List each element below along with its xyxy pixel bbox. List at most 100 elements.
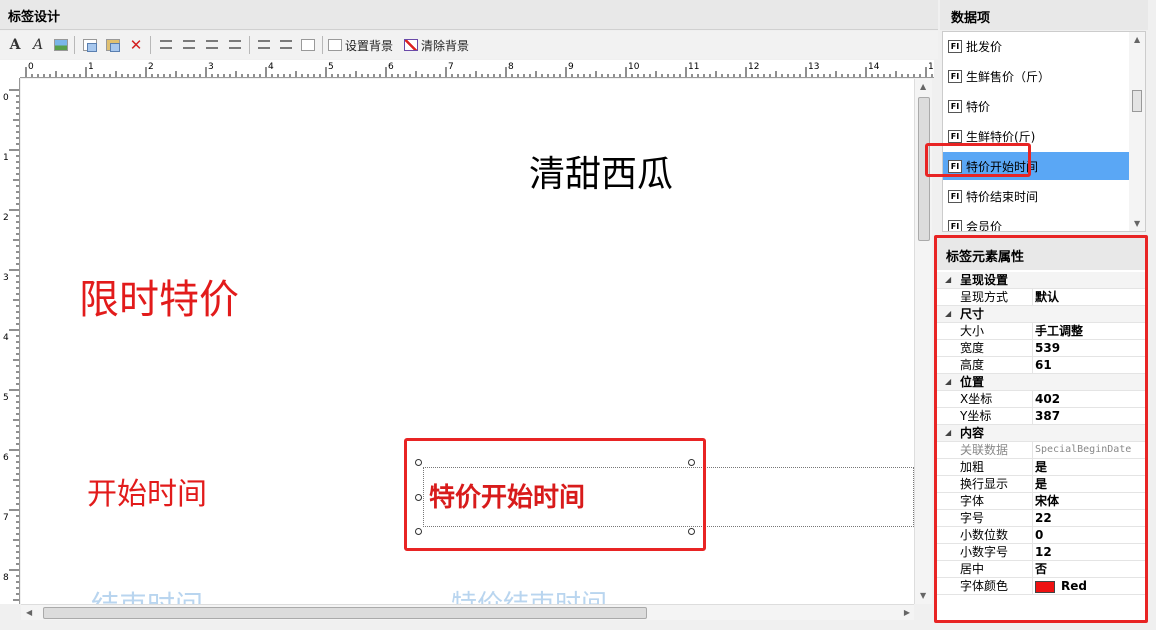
data-item[interactable]: FI 生鲜售价（斤）	[943, 62, 1131, 90]
horizontal-ruler-ticks: 0123456789101112131415	[25, 62, 939, 77]
delete-icon[interactable]: ✕	[127, 35, 145, 55]
same-size-icon[interactable]	[299, 35, 317, 55]
prop-font[interactable]: 字体 宋体	[937, 493, 1145, 510]
prop-render-mode[interactable]: 呈现方式 默认	[937, 289, 1145, 306]
align-bottom-icon[interactable]	[180, 35, 198, 55]
clear-background-label: 清除背景	[421, 38, 470, 53]
data-item[interactable]: FI 会员价	[943, 212, 1131, 232]
paste-icon[interactable]	[104, 35, 122, 55]
category-content[interactable]: ◢ 内容	[937, 425, 1145, 442]
scroll-up-icon[interactable]: ▲	[920, 82, 926, 91]
data-item-label: 生鲜特价(斤)	[966, 129, 1036, 144]
ruler-label: 11	[688, 62, 699, 72]
ruler-label: 12	[748, 62, 759, 72]
font-color-swatch[interactable]	[1035, 580, 1055, 593]
ruler-label: 6	[388, 62, 394, 72]
text-style-icon[interactable]: A	[29, 35, 47, 55]
set-background-label: 设置背景	[345, 38, 394, 53]
data-item[interactable]: FI 特价结束时间	[943, 182, 1131, 210]
prop-center[interactable]: 居中 否	[937, 561, 1145, 578]
data-list-scroll-thumb[interactable]	[1132, 90, 1142, 112]
annotation-highlight-list	[925, 143, 1031, 177]
prop-width[interactable]: 宽度 539	[937, 340, 1145, 357]
scroll-left-icon[interactable]: ◀	[26, 608, 32, 617]
end-time-label-element[interactable]: 结束时间	[91, 584, 203, 604]
scroll-down-icon[interactable]: ▼	[920, 591, 926, 600]
collapse-icon[interactable]: ◢	[945, 306, 951, 322]
category-size[interactable]: ◢ 尺寸	[937, 306, 1145, 323]
prop-x[interactable]: X坐标 402	[937, 391, 1145, 408]
field-icon: FI	[948, 69, 962, 83]
align-top-icon[interactable]	[157, 35, 175, 55]
field-icon: FI	[948, 189, 962, 203]
property-grid[interactable]: ◢ 呈现设置 呈现方式 默认 ◢ 尺寸 大小 手工调整 宽度 539 高度 61	[937, 272, 1145, 595]
sale-label-element[interactable]: 限时特价	[79, 267, 239, 325]
label-designer-panel: 标签设计 A A ✕ 设置背景 清除背景 0 1 2 3 4 5 6 7 8 9 10 11 12 13 1…	[0, 0, 939, 630]
field-icon: FI	[948, 129, 962, 143]
ruler-label: 8	[3, 573, 9, 583]
list-scroll-down-icon[interactable]: ▼	[1134, 219, 1140, 228]
start-time-label-element[interactable]: 开始时间	[87, 469, 207, 513]
align-right-icon[interactable]	[226, 35, 244, 55]
vertical-ruler: 0 1 2 3 4 5 6 7 8	[0, 78, 20, 604]
list-scroll-up-icon[interactable]: ▲	[1134, 35, 1140, 44]
prop-decimal-places[interactable]: 小数位数 0	[937, 527, 1145, 544]
font-color-value: Red	[1061, 579, 1087, 593]
collapse-icon[interactable]: ◢	[945, 425, 951, 441]
ruler-label: 5	[3, 393, 9, 403]
ruler-label: 7	[448, 62, 454, 72]
prop-decimal-font-size[interactable]: 小数字号 12	[937, 544, 1145, 561]
prop-bound-data[interactable]: 关联数据 SpecialBeginDate	[937, 442, 1145, 459]
scroll-right-icon[interactable]: ▶	[904, 608, 910, 617]
collapse-icon[interactable]: ◢	[945, 374, 951, 390]
category-render[interactable]: ◢ 呈现设置	[937, 272, 1145, 289]
align-left-icon[interactable]	[203, 35, 221, 55]
ruler-label: 4	[268, 62, 274, 72]
ruler-label: 15	[928, 62, 934, 72]
data-item-label: 生鲜售价（斤）	[966, 69, 1051, 84]
ruler-label: 3	[208, 62, 214, 72]
set-background-icon	[328, 39, 342, 51]
ruler-label: 5	[328, 62, 334, 72]
product-name-element[interactable]: 清甜西瓜	[529, 145, 673, 197]
data-item-label: 批发价	[966, 39, 1003, 54]
prop-bold[interactable]: 加粗 是	[937, 459, 1145, 476]
collapse-icon[interactable]: ◢	[945, 272, 951, 288]
same-width-icon[interactable]	[255, 35, 273, 55]
ruler-label: 2	[3, 213, 9, 223]
designer-title: 标签设计	[0, 0, 938, 30]
same-height-icon[interactable]	[277, 35, 295, 55]
ruler-label: 8	[508, 62, 514, 72]
data-items-title: 数据项	[940, 0, 1148, 30]
data-item-label: 特价	[966, 99, 991, 114]
ruler-label: 4	[3, 333, 9, 343]
prop-y[interactable]: Y坐标 387	[937, 408, 1145, 425]
data-list-scrollbar[interactable]: ▲ ▼	[1129, 32, 1145, 231]
special-end-time-element[interactable]: 特价结束时间	[451, 584, 607, 604]
ruler-corner	[0, 60, 20, 78]
data-items-list[interactable]: FI 批发价 FI 生鲜售价（斤） FI 特价 FI 生鲜特价(斤) FI 特价开始时间 FI 特价结…	[942, 31, 1146, 232]
category-position[interactable]: ◢ 位置	[937, 374, 1145, 391]
prop-font-color[interactable]: 字体颜色 Red	[937, 578, 1145, 595]
horizontal-ruler: 0123456789101112131415	[20, 60, 939, 78]
text-tool-icon[interactable]: A	[6, 35, 24, 55]
prop-wrap[interactable]: 换行显示 是	[937, 476, 1145, 493]
field-icon: FI	[948, 39, 962, 53]
ruler-label: 0	[3, 93, 9, 103]
element-properties-panel: 标签元素属性 ◢ 呈现设置 呈现方式 默认 ◢ 尺寸 大小 手工调整 宽度 53…	[934, 235, 1148, 623]
canvas-horizontal-scrollbar[interactable]: ◀ ▶	[21, 604, 914, 620]
toolbar: A A ✕ 设置背景 清除背景	[0, 31, 938, 59]
data-item[interactable]: FI 批发价	[943, 32, 1131, 60]
prop-height[interactable]: 高度 61	[937, 357, 1145, 374]
copy-icon[interactable]	[81, 35, 99, 55]
clear-background-button[interactable]: 清除背景	[404, 35, 469, 55]
set-background-button[interactable]: 设置背景	[328, 35, 393, 55]
horizontal-scroll-thumb[interactable]	[43, 607, 647, 619]
data-item-label: 会员价	[966, 219, 1003, 232]
data-item[interactable]: FI 特价	[943, 92, 1131, 120]
prop-font-size[interactable]: 字号 22	[937, 510, 1145, 527]
prop-size-mode[interactable]: 大小 手工调整	[937, 323, 1145, 340]
image-tool-icon[interactable]	[52, 35, 70, 55]
ruler-label: 0	[28, 62, 34, 72]
ruler-label: 2	[148, 62, 154, 72]
